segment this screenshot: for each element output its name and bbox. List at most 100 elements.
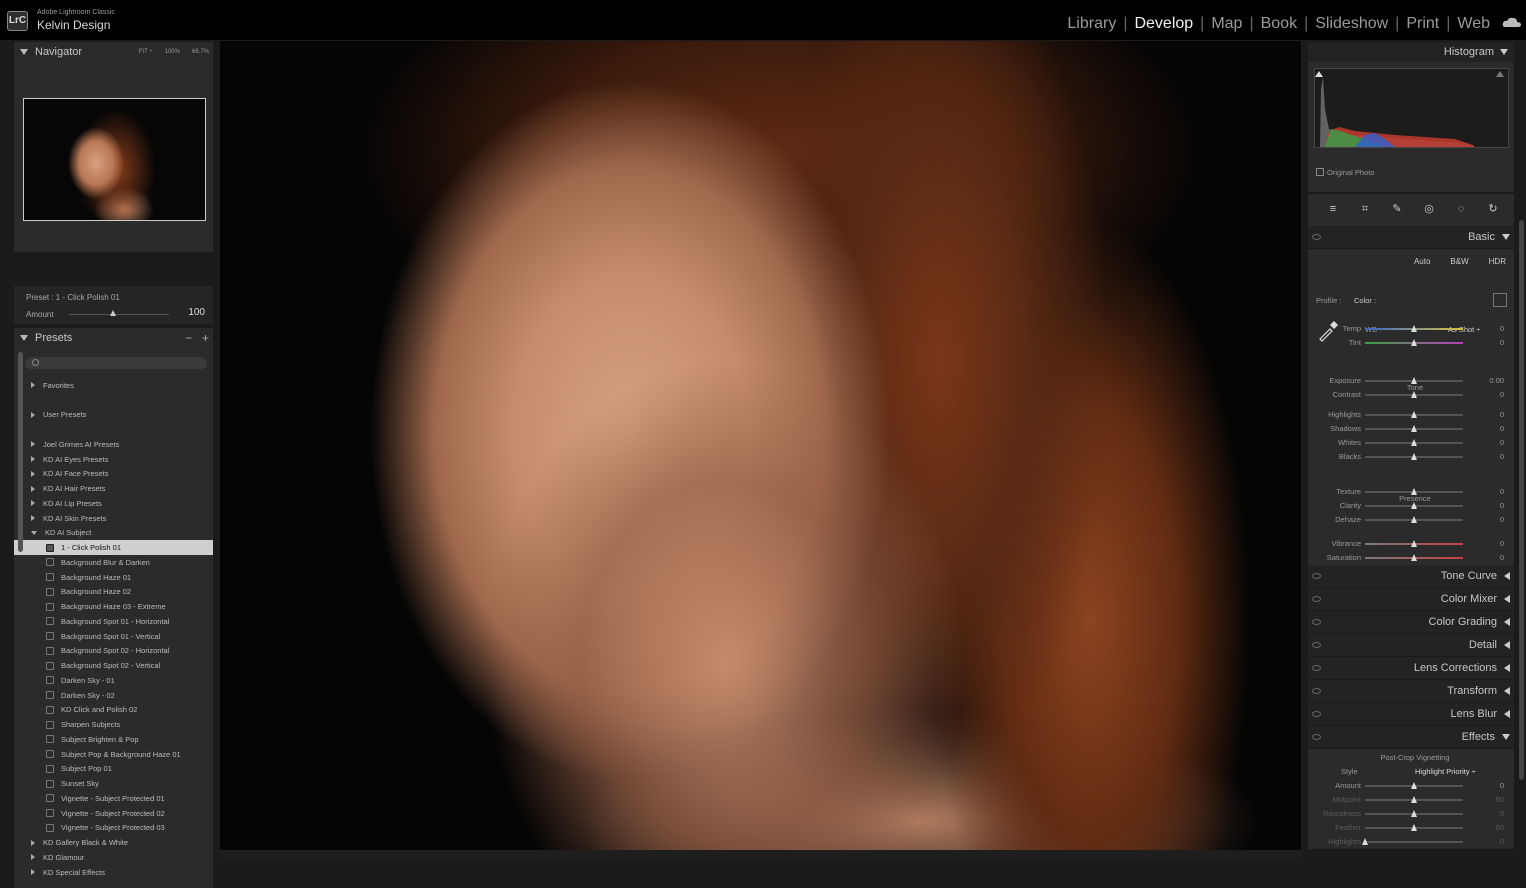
module-book[interactable]: Book <box>1261 15 1297 33</box>
slider-value[interactable]: 0 <box>1474 390 1504 399</box>
module-slideshow[interactable]: Slideshow <box>1315 15 1388 33</box>
checkbox-icon[interactable] <box>1316 168 1324 176</box>
panel-color-mixer[interactable]: Color Mixer <box>1308 588 1514 611</box>
eye-icon[interactable] <box>1312 642 1321 648</box>
zoom-66[interactable]: 66.7% <box>192 49 209 55</box>
preset-item[interactable]: 1 - Click Polish 01 <box>14 540 213 555</box>
panel-detail[interactable]: Detail <box>1308 634 1514 657</box>
preset-item[interactable]: Background Spot 02 - Horizontal <box>14 644 213 659</box>
preset-folder[interactable]: KD AI Face Presets <box>14 467 213 482</box>
slider-value[interactable]: 0 <box>1474 452 1504 461</box>
slider-value[interactable]: 0 <box>1474 487 1504 496</box>
slider-knob[interactable] <box>1411 439 1417 446</box>
slider-knob[interactable] <box>1411 502 1417 509</box>
panel-lens-corrections[interactable]: Lens Corrections <box>1308 657 1514 680</box>
module-print[interactable]: Print <box>1406 15 1439 33</box>
module-web[interactable]: Web <box>1457 15 1490 33</box>
preset-item[interactable]: Vignette - Subject Protected 01 <box>14 791 213 806</box>
slider-knob[interactable] <box>1411 540 1417 547</box>
navigator-header[interactable]: Navigator FIT ÷ 100% 66.7% <box>14 42 213 62</box>
preset-item[interactable]: Vignette - Subject Protected 03 <box>14 821 213 836</box>
preset-item[interactable]: Background Blur & Darken <box>14 555 213 570</box>
slider-knob[interactable] <box>1362 838 1368 845</box>
module-develop[interactable]: Develop <box>1134 15 1193 33</box>
histogram-graph[interactable] <box>1314 68 1509 148</box>
collapsed-triangle-icon[interactable] <box>31 456 35 463</box>
slider-value[interactable]: 0 <box>1474 553 1504 562</box>
slider-knob[interactable] <box>1411 488 1417 495</box>
preset-item[interactable]: Subject Brighten & Pop <box>14 732 213 747</box>
slider-value[interactable]: 0 <box>1474 515 1504 524</box>
preset-folder[interactable]: KD AI Eyes Presets <box>14 452 213 467</box>
profile-dropdown[interactable]: Color : <box>1354 296 1376 305</box>
eye-icon[interactable] <box>1312 234 1321 240</box>
slider-knob[interactable] <box>1411 411 1417 418</box>
collapse-triangle-icon[interactable] <box>1500 49 1508 55</box>
collapsed-triangle-icon[interactable] <box>31 515 35 522</box>
crop-icon[interactable]: ⌗ <box>1359 203 1371 215</box>
eye-icon[interactable] <box>1312 734 1321 740</box>
effects-header[interactable]: Effects <box>1308 726 1514 749</box>
cloud-icon[interactable] <box>1502 17 1522 27</box>
hdr-button[interactable]: HDR <box>1489 257 1506 266</box>
slider-value[interactable]: 0 <box>1474 539 1504 548</box>
preset-folder[interactable]: Favorites <box>14 378 213 393</box>
preset-item[interactable]: Subject Pop 01 <box>14 762 213 777</box>
slider-knob[interactable] <box>1411 453 1417 460</box>
expand-triangle-icon[interactable] <box>1504 710 1510 718</box>
preset-item[interactable]: Darken Sky - 01 <box>14 673 213 688</box>
collapsed-triangle-icon[interactable] <box>31 485 35 492</box>
collapsed-triangle-icon[interactable] <box>31 839 35 846</box>
eye-icon[interactable] <box>1312 688 1321 694</box>
panel-transform[interactable]: Transform <box>1308 680 1514 703</box>
preset-item[interactable]: Background Spot 01 - Vertical <box>14 629 213 644</box>
slider-knob[interactable] <box>1411 782 1417 789</box>
navigator-thumbnail[interactable] <box>23 98 206 221</box>
preset-folder[interactable]: KD AI Lip Presets <box>14 496 213 511</box>
slider-value[interactable]: 0 <box>1474 424 1504 433</box>
preset-folder[interactable]: KD AI Skin Presets <box>14 511 213 526</box>
amount-slider-knob[interactable] <box>110 310 116 316</box>
slider-value[interactable]: 0 <box>1474 501 1504 510</box>
slider-value[interactable]: 0 <box>1474 438 1504 447</box>
preset-item[interactable]: Sunset Sky <box>14 776 213 791</box>
left-scrollbar[interactable] <box>18 352 23 552</box>
preset-item[interactable]: KD Click and Polish 02 <box>14 703 213 718</box>
basic-header[interactable]: Basic <box>1308 226 1514 249</box>
collapsed-triangle-icon[interactable] <box>31 854 35 861</box>
collapsed-triangle-icon[interactable] <box>31 411 35 418</box>
preset-item[interactable]: Sharpen Subjects <box>14 717 213 732</box>
panel-tone-curve[interactable]: Tone Curve <box>1308 565 1514 588</box>
slider-value[interactable]: 0.00 <box>1474 376 1504 385</box>
expanded-triangle-icon[interactable] <box>31 530 37 535</box>
collapsed-triangle-icon[interactable] <box>31 382 35 389</box>
eye-icon[interactable] <box>1312 573 1321 579</box>
preset-item[interactable]: Subject Pop & Background Haze 01 <box>14 747 213 762</box>
preset-folder[interactable]: User Presets <box>14 408 213 423</box>
slider-value[interactable]: 0 <box>1474 338 1504 347</box>
histogram-header[interactable]: Histogram <box>1308 42 1514 62</box>
healing-icon[interactable]: ✎ <box>1391 203 1403 215</box>
eye-icon[interactable] <box>1312 665 1321 671</box>
preset-item[interactable]: Darken Sky - 02 <box>14 688 213 703</box>
expand-triangle-icon[interactable] <box>1504 572 1510 580</box>
eye-icon[interactable] <box>1312 711 1321 717</box>
preset-folder[interactable]: KD Glamour <box>14 850 213 865</box>
collapse-triangle-icon[interactable] <box>20 335 28 341</box>
preset-folder[interactable]: KD Special Effects <box>14 865 213 880</box>
preset-search-input[interactable] <box>25 357 207 369</box>
remove-preset-button[interactable]: − <box>185 331 192 345</box>
slider-value[interactable]: 50 <box>1474 823 1504 832</box>
preset-item[interactable]: Background Haze 02 <box>14 585 213 600</box>
eye-icon[interactable] <box>1312 596 1321 602</box>
collapsed-triangle-icon[interactable] <box>31 500 35 507</box>
redeye-icon[interactable]: ◎ <box>1423 203 1435 215</box>
eye-icon[interactable] <box>1312 619 1321 625</box>
original-photo-toggle[interactable]: Original Photo <box>1316 168 1375 177</box>
module-library[interactable]: Library <box>1067 15 1116 33</box>
slider-track[interactable] <box>1365 841 1463 843</box>
amount-slider[interactable] <box>69 314 169 315</box>
expand-triangle-icon[interactable] <box>1504 595 1510 603</box>
preset-folder[interactable]: KD Gallery Black & White <box>14 835 213 850</box>
slider-knob[interactable] <box>1411 516 1417 523</box>
